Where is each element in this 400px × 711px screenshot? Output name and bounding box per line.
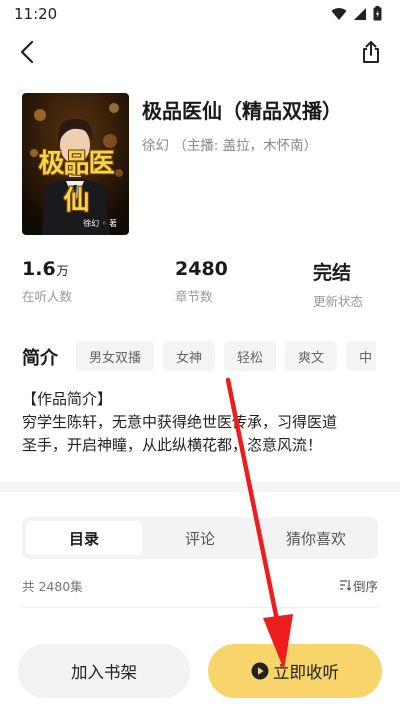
- listen-now-button[interactable]: 立即收听: [208, 644, 382, 698]
- nav-bar: [0, 30, 400, 74]
- tag-item[interactable]: 男女双播: [76, 341, 155, 371]
- tag-item[interactable]: 女神: [163, 341, 216, 371]
- tag-list: 男女双播 女神 轻松 爽文 中: [76, 341, 376, 373]
- intro-text-line: 圣手，开启神瞳，从此纵横花都，恣意风流！: [22, 436, 323, 454]
- book-title: 极品医仙（精品双播）: [142, 99, 342, 123]
- stat-listeners-value: 1.6: [22, 258, 56, 280]
- cover-author: 徐幻 ◦ 著: [83, 219, 117, 228]
- tag-item[interactable]: 中: [346, 341, 376, 371]
- stat-listeners-unit: 万: [56, 264, 69, 278]
- book-meta: 徐幻 （主播: 盖拉，木怀南）: [142, 138, 318, 154]
- episode-count: 共 2480集: [22, 578, 83, 594]
- status-bar: 11:20: [0, 0, 400, 28]
- chevron-left-icon: [20, 40, 34, 64]
- section-divider: [0, 482, 400, 492]
- stat-status: 完结 更新状态: [313, 258, 363, 310]
- add-to-shelf-label: 加入书架: [71, 663, 137, 682]
- tag-item[interactable]: 爽文: [285, 341, 338, 371]
- cover-title: 极品医仙: [38, 149, 114, 216]
- status-time: 11:20: [14, 5, 58, 23]
- back-button[interactable]: [12, 34, 42, 70]
- share-button[interactable]: [356, 36, 386, 68]
- tab-bar: 目录 评论 猜你喜欢: [22, 517, 378, 559]
- stat-chapters-value: 2480: [175, 258, 228, 280]
- intro-label: 简介: [22, 348, 58, 369]
- stat-status-value: 完结: [313, 262, 352, 284]
- wifi-icon: [331, 7, 347, 20]
- stat-listeners: 1.6万 在听人数: [22, 258, 72, 305]
- sort-order-label: 倒序: [352, 578, 378, 594]
- intro-heading: 【作品简介】: [22, 390, 113, 408]
- stat-chapters-label: 章节数: [175, 289, 213, 304]
- tab-recommendations[interactable]: 猜你喜欢: [258, 521, 374, 555]
- stat-chapters: 2480 章节数: [175, 258, 228, 305]
- play-icon: [251, 662, 269, 680]
- tab-comments[interactable]: 评论: [142, 521, 258, 555]
- book-cover[interactable]: 极品医仙 徐幻 ◦ 著: [22, 93, 129, 235]
- listen-now-label: 立即收听: [273, 663, 339, 682]
- sort-order-button[interactable]: 倒序: [339, 576, 378, 595]
- intro-text-line: 穷学生陈轩，无意中获得绝世医传承，习得医道: [22, 413, 338, 431]
- list-divider: [22, 607, 378, 608]
- bottom-action-bar: 加入书架 立即收听: [0, 630, 400, 711]
- tag-item[interactable]: 轻松: [224, 341, 277, 371]
- battery-icon: [373, 6, 382, 21]
- sort-icon: [339, 580, 351, 591]
- add-to-shelf-button[interactable]: 加入书架: [18, 644, 190, 698]
- stat-status-label: 更新状态: [313, 294, 364, 309]
- intro-description: 【作品简介】 穷学生陈轩，无意中获得绝世医传承，习得医道 圣手，开启神瞳，从此纵…: [22, 388, 382, 457]
- stat-listeners-label: 在听人数: [22, 289, 73, 304]
- status-icons: [331, 6, 382, 21]
- episode-header: 共 2480集 倒序: [22, 574, 378, 596]
- share-icon: [363, 41, 379, 63]
- signal-icon: [354, 7, 366, 20]
- tab-catalog[interactable]: 目录: [26, 521, 142, 555]
